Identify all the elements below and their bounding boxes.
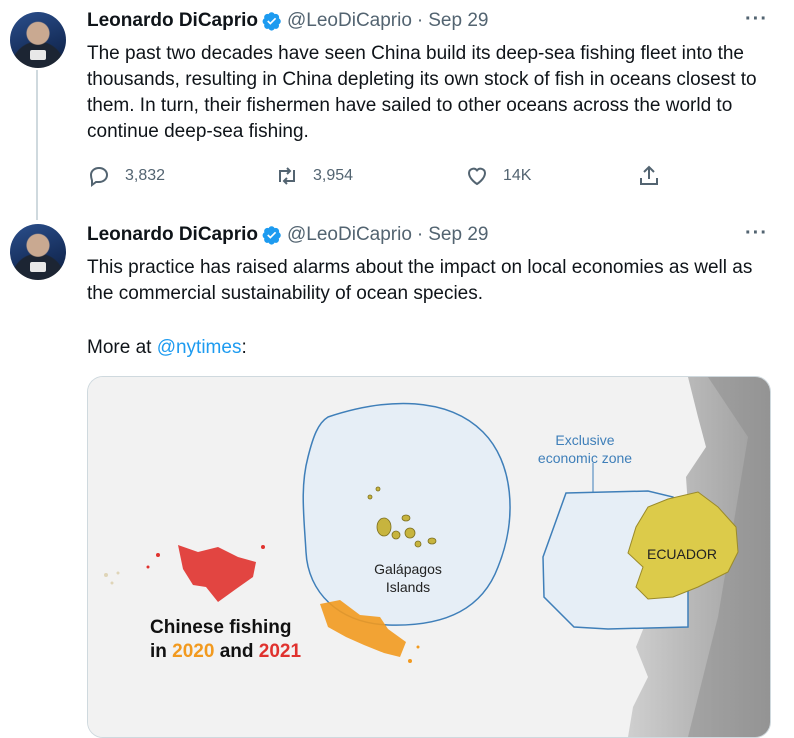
- thread-connector: [36, 70, 38, 220]
- galapagos-label-line1: Galápagos: [374, 561, 442, 577]
- separator-dot: ·: [416, 10, 424, 31]
- verified-badge-icon: [262, 12, 281, 31]
- more-at-prefix: More at: [87, 337, 157, 358]
- more-at-suffix: :: [241, 337, 247, 358]
- legend-year-2021: 2021: [259, 641, 302, 662]
- more-options-icon[interactable]: ···: [745, 222, 768, 245]
- map-graphic: Exclusive economic zone Galápagos Island…: [88, 377, 770, 737]
- author-handle[interactable]: @LeoDiCaprio: [287, 224, 412, 246]
- reply-count: 3,832: [125, 167, 166, 184]
- more-at-line: More at @nytimes:: [87, 335, 777, 361]
- share-icon: [640, 165, 658, 185]
- retweet-count: 3,954: [313, 167, 354, 184]
- like-button[interactable]: 14K: [465, 164, 531, 188]
- tweet-text: The past two decades have seen China bui…: [87, 43, 757, 142]
- avatar[interactable]: [10, 12, 66, 68]
- nytimes-mention-link[interactable]: @nytimes: [157, 337, 242, 358]
- retweet-button[interactable]: 3,954: [275, 164, 353, 188]
- legend-line2: in 2020 and 2021: [150, 641, 301, 662]
- tweet-actions: 3,832 3,954 14K: [87, 164, 687, 192]
- reply-button[interactable]: 3,832: [87, 164, 165, 188]
- verified-badge-icon: [262, 226, 281, 245]
- reply-icon: [89, 166, 109, 187]
- tweet-header: Leonardo DiCaprio @LeoDiCaprio · Sep 29: [87, 224, 488, 246]
- eez-label-line2: economic zone: [538, 450, 632, 466]
- avatar[interactable]: [10, 224, 66, 280]
- legend-and: and: [214, 641, 258, 662]
- legend-line1: Chinese fishing: [150, 617, 291, 638]
- author-name[interactable]: Leonardo DiCaprio: [87, 10, 258, 32]
- legend-year-2020: 2020: [172, 641, 214, 662]
- more-options-icon[interactable]: ···: [745, 8, 768, 31]
- tweet-media-map[interactable]: Exclusive economic zone Galápagos Island…: [87, 376, 771, 738]
- galapagos-label-line2: Islands: [386, 579, 430, 595]
- share-button[interactable]: [637, 164, 661, 188]
- eez-label-line1: Exclusive: [555, 432, 614, 448]
- separator-dot: ·: [416, 224, 424, 245]
- author-name[interactable]: Leonardo DiCaprio: [87, 224, 258, 246]
- heart-icon: [467, 167, 487, 186]
- tweet-1[interactable]: Leonardo DiCaprio @LeoDiCaprio · Sep 29 …: [0, 0, 794, 220]
- tweet-header: Leonardo DiCaprio @LeoDiCaprio · Sep 29: [87, 10, 488, 32]
- tweet-date[interactable]: Sep 29: [428, 10, 488, 32]
- retweet-icon: [279, 167, 295, 185]
- tweet-date[interactable]: Sep 29: [428, 224, 488, 246]
- tweet-text: This practice has raised alarms about th…: [87, 257, 753, 304]
- author-handle[interactable]: @LeoDiCaprio: [287, 10, 412, 32]
- like-count: 14K: [503, 167, 532, 184]
- legend-in: in: [150, 641, 172, 662]
- ecuador-label: ECUADOR: [647, 546, 717, 562]
